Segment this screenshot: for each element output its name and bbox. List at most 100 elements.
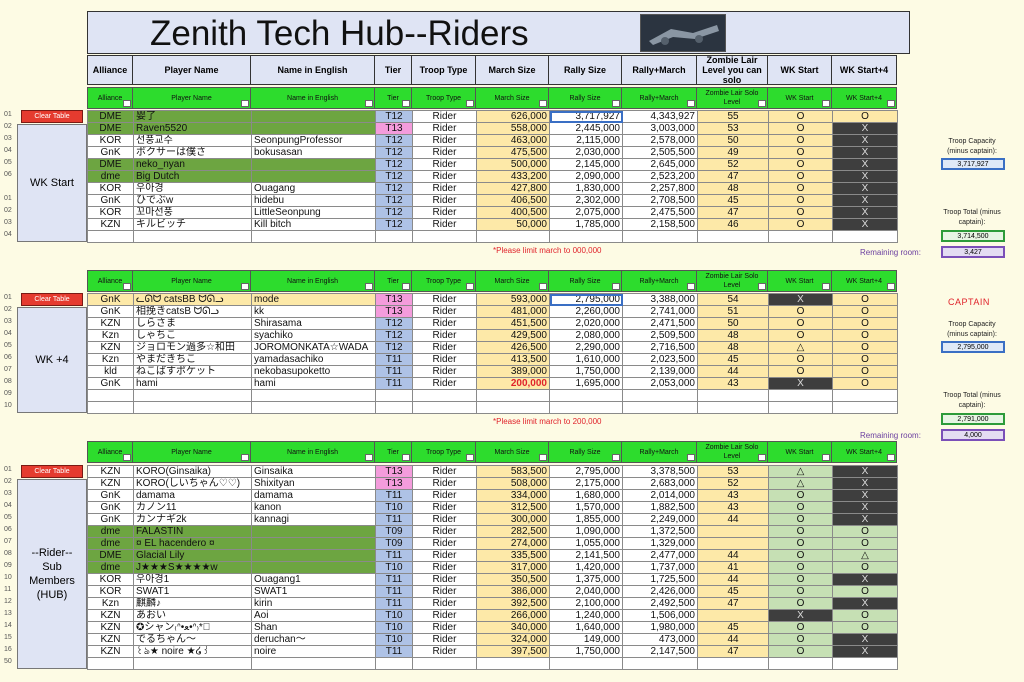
- table-cell[interactable]: O: [768, 513, 833, 526]
- table-cell[interactable]: DME: [87, 110, 134, 123]
- clear-table-button[interactable]: Clear Table: [21, 465, 83, 478]
- table-cell[interactable]: [87, 401, 134, 414]
- table-cell[interactable]: T12: [375, 110, 413, 123]
- table-cell[interactable]: 2,080,000: [549, 329, 623, 342]
- table-cell[interactable]: JOROMONKATA☆WADA: [251, 341, 376, 354]
- table-cell[interactable]: [251, 389, 376, 402]
- table-cell[interactable]: Rider: [412, 206, 477, 219]
- table-cell[interactable]: [549, 657, 623, 670]
- table-cell[interactable]: [133, 401, 252, 414]
- table-cell[interactable]: 43: [697, 501, 769, 514]
- table-cell[interactable]: T12: [375, 218, 413, 231]
- table-cell[interactable]: Rider: [412, 293, 477, 306]
- table-cell[interactable]: KORO(Ginsaika): [133, 465, 252, 478]
- table-cell[interactable]: GnK: [87, 305, 134, 318]
- table-cell[interactable]: dme: [87, 525, 134, 538]
- table-cell[interactable]: 500,000: [476, 158, 550, 171]
- table-cell[interactable]: 1,640,000: [549, 621, 623, 634]
- table-cell[interactable]: O: [768, 633, 833, 646]
- table-cell[interactable]: T11: [375, 489, 413, 502]
- table-cell[interactable]: 2,139,000: [622, 365, 698, 378]
- table-cell[interactable]: 508,000: [476, 477, 550, 490]
- table-cell[interactable]: 2,020,000: [549, 317, 623, 330]
- table-cell[interactable]: [251, 549, 376, 562]
- table-cell[interactable]: 400,500: [476, 206, 550, 219]
- table-cell[interactable]: 2,492,500: [622, 597, 698, 610]
- table-cell[interactable]: [133, 657, 252, 670]
- table-cell[interactable]: T13: [375, 477, 413, 490]
- table-cell[interactable]: O: [832, 110, 898, 123]
- table-cell[interactable]: 53: [697, 465, 769, 478]
- table-cell[interactable]: O: [832, 365, 898, 378]
- table-cell[interactable]: T13: [375, 305, 413, 318]
- table-cell[interactable]: 2,302,000: [549, 194, 623, 207]
- table-cell[interactable]: KOR: [87, 182, 134, 195]
- filter-header-7[interactable]: Rally+March: [622, 441, 697, 463]
- table-cell[interactable]: O: [768, 317, 833, 330]
- table-cell[interactable]: [549, 230, 623, 243]
- table-cell[interactable]: T10: [375, 609, 413, 622]
- table-cell[interactable]: 48: [697, 341, 769, 354]
- table-cell[interactable]: 2,523,200: [622, 170, 698, 183]
- filter-header-0[interactable]: Alliance: [87, 270, 133, 292]
- table-cell[interactable]: やまだきちこ: [133, 353, 252, 366]
- table-cell[interactable]: hami: [133, 377, 252, 390]
- table-cell[interactable]: SWAT1: [133, 585, 252, 598]
- table-cell[interactable]: J★★★S★★★★w: [133, 561, 252, 574]
- filter-header-10[interactable]: WK Start+4: [832, 270, 897, 292]
- table-cell[interactable]: O: [832, 377, 898, 390]
- table-cell[interactable]: 463,000: [476, 134, 550, 147]
- table-cell[interactable]: neko_nyan: [133, 158, 252, 171]
- table-cell[interactable]: bokusasan: [251, 146, 376, 159]
- table-cell[interactable]: Rider: [412, 365, 477, 378]
- table-cell[interactable]: GnK: [87, 377, 134, 390]
- table-cell[interactable]: 324,000: [476, 633, 550, 646]
- table-cell[interactable]: 1,695,000: [549, 377, 623, 390]
- table-cell[interactable]: [697, 401, 769, 414]
- table-cell[interactable]: KOR: [87, 585, 134, 598]
- table-cell[interactable]: O: [768, 194, 833, 207]
- table-cell[interactable]: GnK: [87, 293, 134, 306]
- table-cell[interactable]: [133, 230, 252, 243]
- table-cell[interactable]: Rider: [412, 377, 477, 390]
- table-cell[interactable]: 426,500: [476, 341, 550, 354]
- table-cell[interactable]: 386,000: [476, 585, 550, 598]
- table-cell[interactable]: T11: [375, 645, 413, 658]
- table-cell[interactable]: O: [832, 585, 898, 598]
- table-cell[interactable]: O: [768, 501, 833, 514]
- table-cell[interactable]: [622, 230, 698, 243]
- table-cell[interactable]: [87, 657, 134, 670]
- filter-header-1[interactable]: Player Name: [133, 87, 251, 109]
- table-cell[interactable]: Kzn: [87, 597, 134, 610]
- table-cell[interactable]: T12: [375, 170, 413, 183]
- table-cell[interactable]: KZN: [87, 317, 134, 330]
- table-cell[interactable]: X: [832, 597, 898, 610]
- clear-table-button[interactable]: Clear Table: [21, 293, 83, 306]
- table-cell[interactable]: 相挽きcatsB ᗢᘏᓗ: [133, 305, 252, 318]
- table-cell[interactable]: 392,500: [476, 597, 550, 610]
- filter-header-9[interactable]: WK Start: [768, 87, 832, 109]
- table-cell[interactable]: O: [768, 537, 833, 550]
- table-cell[interactable]: Rider: [412, 609, 477, 622]
- table-cell[interactable]: 45: [697, 585, 769, 598]
- table-cell[interactable]: [412, 389, 477, 402]
- table-cell[interactable]: 2,708,500: [622, 194, 698, 207]
- table-cell[interactable]: T13: [375, 465, 413, 478]
- filter-header-2[interactable]: Name in English: [251, 441, 375, 463]
- table-cell[interactable]: X: [768, 293, 833, 306]
- table-cell[interactable]: 2,053,000: [622, 377, 698, 390]
- table-cell[interactable]: Ouagang: [251, 182, 376, 195]
- table-cell[interactable]: カノン11: [133, 501, 252, 514]
- table-cell[interactable]: GnK: [87, 194, 134, 207]
- table-cell[interactable]: O: [768, 158, 833, 171]
- table-cell[interactable]: [768, 389, 833, 402]
- filter-header-8[interactable]: Zombie Lair Solo Level: [697, 270, 768, 292]
- table-cell[interactable]: 43: [697, 489, 769, 502]
- filter-header-3[interactable]: Tier: [375, 87, 412, 109]
- table-cell[interactable]: 2,475,500: [622, 206, 698, 219]
- table-cell[interactable]: O: [768, 365, 833, 378]
- table-cell[interactable]: O: [768, 146, 833, 159]
- table-cell[interactable]: 1,750,000: [549, 365, 623, 378]
- table-cell[interactable]: 3,378,500: [622, 465, 698, 478]
- table-cell[interactable]: T11: [375, 585, 413, 598]
